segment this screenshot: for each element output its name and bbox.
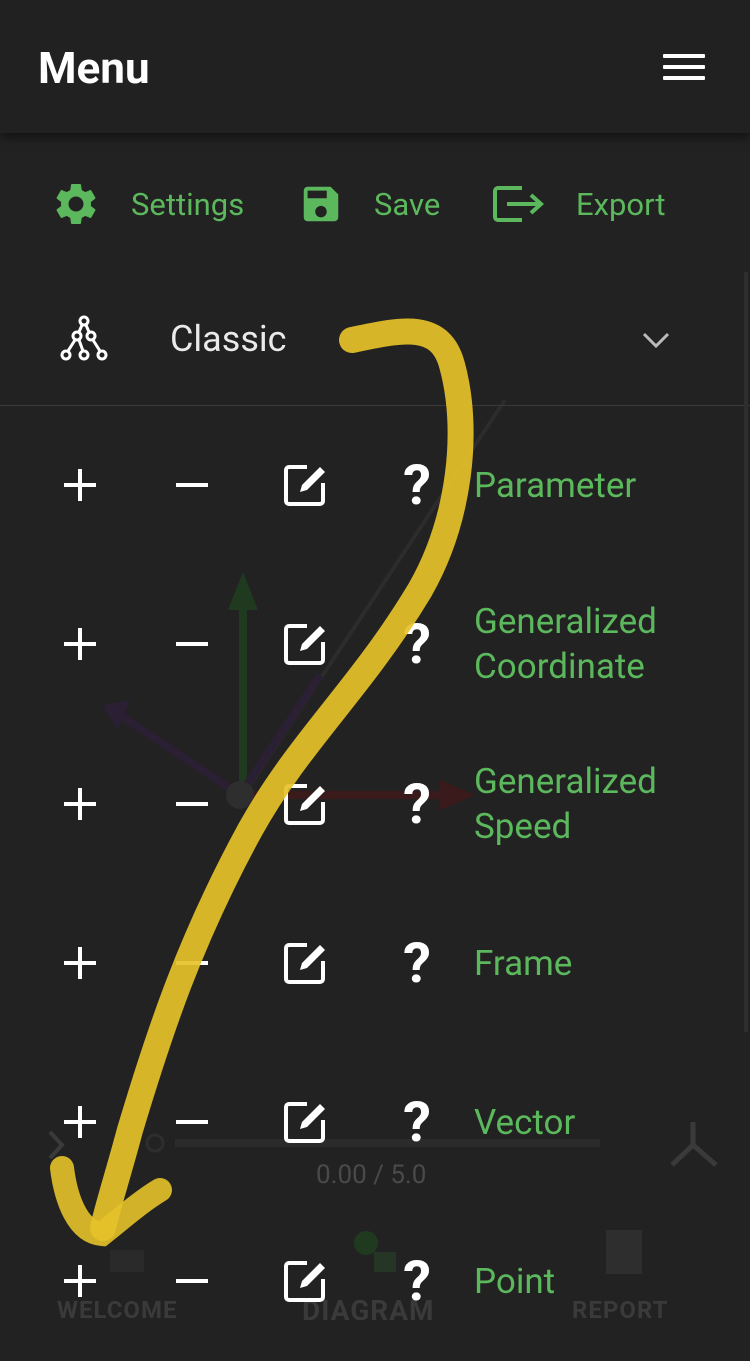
row-label: Parameter [474,464,637,506]
menu-row: ? Point [0,1201,750,1361]
plus-icon [64,628,96,660]
remove-button[interactable] [167,779,217,829]
add-button[interactable] [55,1097,105,1147]
minus-icon [176,1120,208,1124]
row-label-container: Frame [474,883,724,1043]
export-label: Export [576,185,666,223]
model-type-dropdown[interactable]: Classic [0,272,750,406]
app-header: Menu [0,0,750,133]
chevron-down-icon [642,332,670,349]
edit-icon [284,1102,325,1143]
add-button[interactable] [55,1256,105,1306]
edit-icon [284,624,325,665]
edit-button[interactable] [280,619,330,669]
minus-icon [176,483,208,487]
row-label-container: Point [474,1201,724,1361]
gear-icon [56,184,96,224]
row-label: Frame [474,942,573,984]
menu-row: ? Frame [0,883,750,1043]
floppy-disk-icon [303,186,339,222]
help-button[interactable]: ? [392,771,442,837]
add-button[interactable] [55,779,105,829]
remove-button[interactable] [167,1256,217,1306]
row-label-container: Generalized Speed [474,724,724,884]
row-label: Vector [474,1101,576,1143]
row-label-line1: Generalized [474,761,657,802]
help-button[interactable]: ? [392,611,442,677]
add-button[interactable] [55,619,105,669]
help-button[interactable]: ? [392,1089,442,1155]
row-label-line1: Generalized [474,601,657,642]
edit-icon [284,1261,325,1302]
row-label-container: Vector [474,1042,724,1202]
dropdown-selected-value: Classic [170,318,287,360]
edit-button[interactable] [280,938,330,988]
plus-icon [64,1106,96,1138]
plus-icon [64,947,96,979]
page-title: Menu [38,42,150,94]
edit-icon [284,465,325,506]
row-label-container: Generalized Coordinate [474,564,724,724]
edit-button[interactable] [280,1256,330,1306]
tree-icon [60,315,108,361]
help-button[interactable]: ? [392,930,442,996]
remove-button[interactable] [167,1097,217,1147]
export-icon [493,186,544,222]
menu-row: ? Generalized Coordinate [0,564,750,724]
export-button[interactable]: Export [492,176,666,232]
help-button[interactable]: ? [392,1248,442,1314]
edit-button[interactable] [280,779,330,829]
remove-button[interactable] [167,619,217,669]
add-button[interactable] [55,938,105,988]
save-button[interactable]: Save [298,176,440,232]
edit-icon [284,784,325,825]
menu-row: ? Vector [0,1042,750,1202]
minus-icon [176,961,208,965]
row-label-container: Parameter [474,405,724,565]
help-button[interactable]: ? [392,452,442,518]
add-button[interactable] [55,460,105,510]
hamburger-icon[interactable] [660,50,708,84]
plus-icon [64,469,96,501]
settings-button[interactable]: Settings [51,176,244,232]
row-label: Point [474,1260,556,1302]
menu-row: ? Parameter [0,405,750,565]
menu-row: ? Generalized Speed [0,724,750,884]
plus-icon [64,788,96,820]
remove-button[interactable] [167,460,217,510]
settings-label: Settings [131,185,245,223]
edit-button[interactable] [280,1097,330,1147]
edit-button[interactable] [280,460,330,510]
remove-button[interactable] [167,938,217,988]
minus-icon [176,642,208,646]
save-label: Save [374,185,441,223]
minus-icon [176,802,208,806]
row-label-line2: Coordinate [474,646,645,687]
minus-icon [176,1279,208,1283]
edit-icon [284,943,325,984]
plus-icon [64,1265,96,1297]
row-label-line2: Speed [474,806,572,847]
